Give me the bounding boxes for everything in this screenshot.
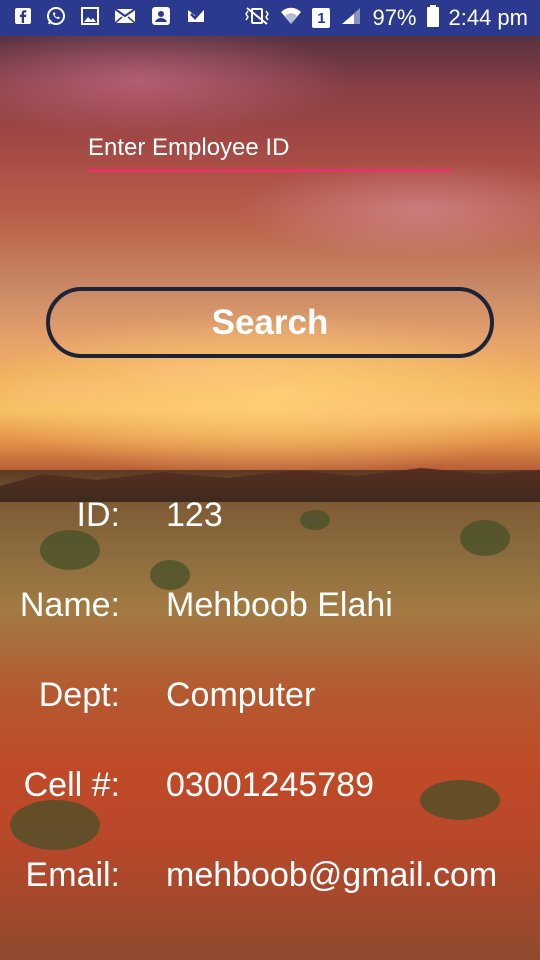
wifi-icon (280, 6, 302, 30)
shrub (300, 510, 330, 530)
employee-id-input[interactable] (88, 132, 451, 168)
name-value: Mehboob Elahi (166, 586, 393, 624)
shrub (460, 520, 510, 556)
cloud (120, 360, 300, 390)
inbox-check-icon (186, 6, 206, 30)
input-underline (88, 169, 451, 172)
sim-icon: 1 (312, 8, 331, 28)
contacts-sync-icon (150, 5, 172, 31)
shrub (40, 530, 100, 570)
vibrate-icon (244, 7, 270, 29)
dept-value: Computer (166, 676, 316, 714)
signal-icon (340, 6, 362, 30)
email-value: mehboob@gmail.com (166, 856, 498, 894)
shrub (420, 780, 500, 820)
id-value: 123 (166, 496, 223, 534)
shrub (10, 800, 100, 850)
sim-slot-number: 1 (317, 9, 326, 27)
status-bar: 1 97% 2:44 pm (0, 0, 540, 36)
gallery-icon (80, 6, 100, 30)
cell-value: 03001245789 (166, 766, 375, 804)
id-label: ID: (76, 496, 120, 534)
system-icons: 1 97% 2:44 pm (244, 5, 528, 31)
cloud (10, 380, 130, 402)
name-label: Name: (19, 586, 120, 624)
mail-icon (114, 7, 136, 29)
dept-label: Dept: (38, 676, 120, 714)
employee-id-field (88, 132, 451, 172)
cloud (300, 400, 520, 426)
whatsapp-icon (46, 6, 66, 30)
cell-label: Cell #: (23, 766, 120, 804)
notification-icons (14, 5, 206, 31)
email-label: Email: (25, 856, 120, 894)
battery-icon (426, 5, 439, 31)
clock: 2:44 pm (448, 5, 529, 30)
search-button[interactable]: Search (46, 287, 494, 358)
battery-percent: 97% (372, 5, 417, 30)
facebook-icon (14, 7, 32, 29)
